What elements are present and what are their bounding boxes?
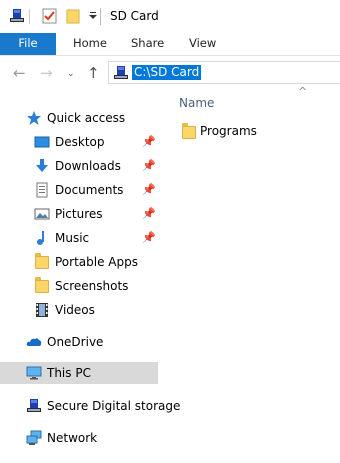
- pictures-icon: [34, 206, 50, 222]
- pin-icon[interactable]: 📌: [142, 231, 156, 244]
- nav-desktop[interactable]: Desktop 📌: [0, 131, 158, 153]
- nav-label: Portable Apps: [55, 255, 138, 269]
- network-icon: [26, 430, 42, 446]
- nav-label: Network: [47, 431, 98, 445]
- nav-label: Music: [55, 231, 90, 245]
- videos-icon: [34, 302, 50, 318]
- new-folder-icon[interactable]: [64, 6, 82, 26]
- recent-locations-chevron-icon[interactable]: ⌄: [67, 69, 75, 79]
- list-item-label: Programs: [200, 124, 257, 138]
- nav-onedrive[interactable]: OneDrive: [0, 331, 158, 353]
- nav-videos[interactable]: Videos: [0, 299, 158, 321]
- nav-music[interactable]: Music 📌: [0, 227, 158, 249]
- documents-icon: [34, 182, 50, 198]
- sort-ascending-icon: ^: [298, 85, 308, 98]
- pin-icon[interactable]: 📌: [142, 183, 156, 196]
- up-arrow-icon[interactable]: ↑: [87, 64, 100, 82]
- nav-label: Screenshots: [55, 279, 129, 293]
- computer-icon: [26, 365, 42, 381]
- nav-label: Desktop: [55, 135, 105, 149]
- address-path[interactable]: C:\SD Card: [132, 65, 202, 80]
- title-divider: [29, 9, 30, 24]
- tab-view[interactable]: View: [189, 33, 216, 55]
- tab-share[interactable]: Share: [131, 33, 164, 55]
- folder-icon: [34, 253, 50, 270]
- nav-label: Secure Digital storage: [47, 399, 181, 413]
- nav-screenshots[interactable]: Screenshots: [0, 275, 158, 297]
- nav-label: Quick access: [47, 111, 126, 125]
- nav-label: Pictures: [55, 207, 103, 221]
- properties-icon[interactable]: [40, 6, 58, 26]
- column-header-name[interactable]: Name: [179, 96, 214, 110]
- tab-home[interactable]: Home: [73, 33, 107, 55]
- pin-icon[interactable]: 📌: [142, 135, 156, 148]
- folder-icon: [34, 277, 50, 294]
- navigation-pane: Quick access Desktop 📌 Downloads 📌 Docum…: [0, 96, 180, 463]
- navigation-bar: ← → ⌄ ↑ C:\SD Card: [0, 56, 340, 89]
- title-bar: SD Card: [0, 0, 340, 33]
- forward-arrow-icon[interactable]: →: [40, 64, 53, 82]
- nav-pictures[interactable]: Pictures 📌: [0, 203, 158, 225]
- back-arrow-icon[interactable]: ←: [13, 64, 26, 82]
- window-title: SD Card: [110, 9, 159, 23]
- title-separator: [100, 8, 101, 25]
- nav-label: OneDrive: [47, 335, 104, 349]
- pin-icon[interactable]: 📌: [142, 207, 156, 220]
- address-bar[interactable]: C:\SD Card: [108, 61, 340, 84]
- nav-portable-apps[interactable]: Portable Apps: [0, 251, 158, 273]
- nav-documents[interactable]: Documents 📌: [0, 179, 158, 201]
- nav-downloads[interactable]: Downloads 📌: [0, 155, 158, 177]
- ribbon-tabs: File Home Share View: [0, 33, 340, 56]
- nav-network[interactable]: Network: [0, 427, 158, 449]
- nav-this-pc[interactable]: This PC: [0, 362, 158, 384]
- nav-label: Videos: [55, 303, 95, 317]
- onedrive-cloud-icon: [26, 334, 42, 350]
- file-list: ^ Name Programs: [162, 85, 340, 463]
- music-icon: [34, 230, 50, 246]
- downloads-icon: [34, 158, 50, 174]
- sd-drive-icon[interactable]: [8, 6, 26, 26]
- tab-file[interactable]: File: [0, 33, 56, 55]
- sd-drive-icon: [113, 65, 129, 84]
- nav-label: Documents: [55, 183, 124, 197]
- nav-secure-digital-storage[interactable]: Secure Digital storage: [0, 395, 180, 417]
- sd-drive-icon: [26, 398, 42, 414]
- nav-quick-access[interactable]: Quick access: [0, 107, 158, 129]
- nav-label: Downloads: [55, 159, 121, 173]
- star-icon: [26, 110, 42, 126]
- desktop-icon: [34, 134, 50, 150]
- pin-icon[interactable]: 📌: [142, 159, 156, 172]
- nav-label: This PC: [47, 366, 91, 380]
